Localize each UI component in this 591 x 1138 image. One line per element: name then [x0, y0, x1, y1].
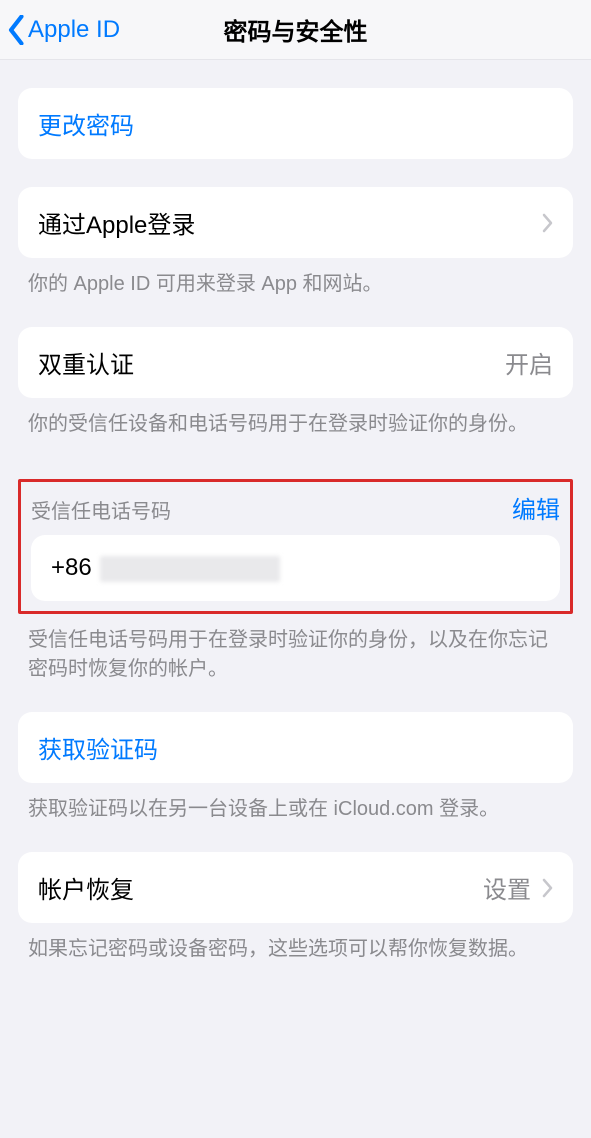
- nav-bar: Apple ID 密码与安全性: [0, 0, 591, 60]
- two-factor-cell: 双重认证 开启: [18, 327, 573, 398]
- get-code-label: 获取验证码: [38, 730, 158, 765]
- back-label: Apple ID: [28, 16, 120, 44]
- chevron-right-icon: [541, 213, 553, 233]
- trusted-phone-edit-button[interactable]: 编辑: [512, 490, 560, 525]
- two-factor-footer: 你的受信任设备和电话号码用于在登录时验证你的身份。: [0, 398, 591, 439]
- sign-in-with-apple-cell[interactable]: 通过Apple登录: [18, 187, 573, 258]
- content: 更改密码 通过Apple登录 你的 Apple ID 可用来登录 App 和网站…: [0, 88, 591, 1004]
- trusted-phone-header: 受信任电话号码: [31, 495, 171, 524]
- trusted-phone-footer: 受信任电话号码用于在登录时验证你的身份，以及在你忘记密码时恢复你的帐户。: [0, 614, 591, 684]
- chevron-left-icon: [8, 15, 26, 45]
- get-code-cell[interactable]: 获取验证码: [18, 712, 573, 783]
- trusted-phone-highlight: 受信任电话号码 编辑 +86: [18, 479, 573, 614]
- get-code-footer: 获取验证码以在另一台设备上或在 iCloud.com 登录。: [0, 783, 591, 824]
- back-button[interactable]: Apple ID: [8, 15, 120, 45]
- two-factor-value: 开启: [505, 345, 553, 380]
- change-password-cell[interactable]: 更改密码: [18, 88, 573, 159]
- two-factor-group: 双重认证 开启 你的受信任设备和电话号码用于在登录时验证你的身份。: [0, 327, 591, 439]
- trusted-phone-cell[interactable]: +86: [31, 535, 560, 601]
- sign-in-with-apple-footer: 你的 Apple ID 可用来登录 App 和网站。: [0, 258, 591, 299]
- two-factor-label: 双重认证: [38, 345, 134, 380]
- account-recovery-group: 帐户恢复 设置 如果忘记密码或设备密码，这些选项可以帮你恢复数据。: [0, 852, 591, 964]
- account-recovery-footer: 如果忘记密码或设备密码，这些选项可以帮你恢复数据。: [0, 923, 591, 964]
- change-password-label: 更改密码: [38, 106, 134, 141]
- change-password-group: 更改密码: [0, 88, 591, 159]
- trusted-phone-number: +86: [51, 554, 280, 582]
- get-code-group: 获取验证码 获取验证码以在另一台设备上或在 iCloud.com 登录。: [0, 712, 591, 824]
- sign-in-with-apple-label: 通过Apple登录: [38, 205, 195, 240]
- account-recovery-cell[interactable]: 帐户恢复 设置: [18, 852, 573, 923]
- account-recovery-value: 设置: [483, 870, 531, 905]
- trusted-phone-prefix: +86: [51, 554, 92, 581]
- trusted-phone-header-row: 受信任电话号码 编辑: [21, 490, 570, 535]
- sign-in-with-apple-group: 通过Apple登录 你的 Apple ID 可用来登录 App 和网站。: [0, 187, 591, 299]
- trusted-phone-redacted: [100, 556, 280, 582]
- chevron-right-icon: [541, 878, 553, 898]
- account-recovery-label: 帐户恢复: [38, 870, 134, 905]
